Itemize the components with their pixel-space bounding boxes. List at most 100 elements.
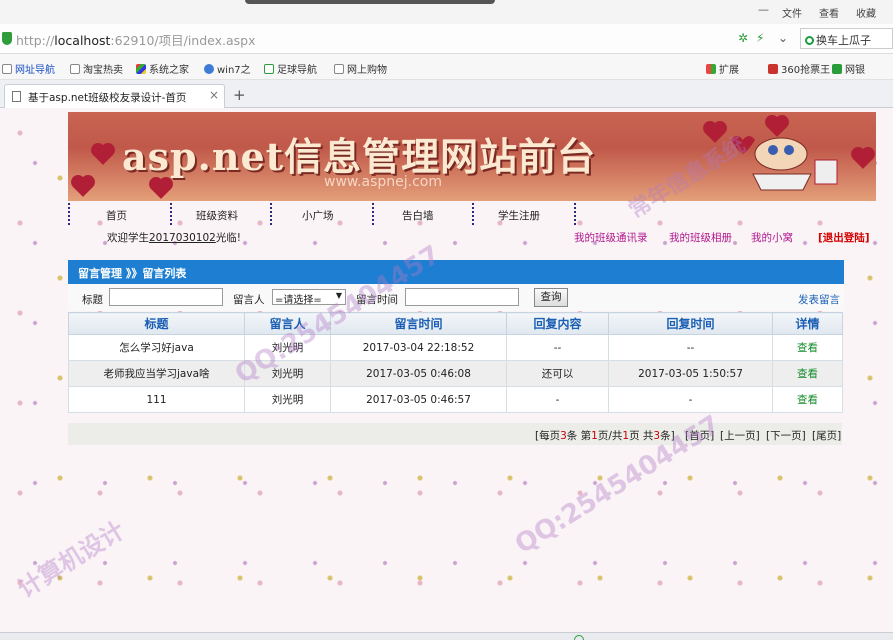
security-shield-icon — [2, 32, 12, 45]
cell-author: 刘光明 — [244, 360, 331, 387]
menu-file[interactable]: 文件 — [782, 5, 802, 20]
chevron-down-icon[interactable]: ⌄ — [778, 31, 788, 45]
title-input[interactable] — [109, 288, 223, 306]
message-table: 标题 留言人 留言时间 回复内容 回复时间 详情 怎么学习好java 刘光明 2… — [68, 312, 843, 413]
extensions-icon — [706, 64, 716, 74]
win7-icon — [204, 64, 214, 74]
table-row: 怎么学习好java 刘光明 2017-03-04 22:18:52 -- -- … — [68, 334, 843, 361]
title-label: 标题 — [82, 294, 103, 306]
link-class-album[interactable]: 我的班级相册 — [669, 230, 732, 245]
page-info: [每页3条 第1页/共1页 共3条] — [535, 430, 675, 442]
status-bar — [0, 632, 893, 640]
cupid-balloon-illustration — [731, 136, 838, 191]
status-icon — [574, 635, 584, 640]
cell-time: 2017-03-05 0:46:57 — [330, 386, 507, 413]
nav-home[interactable]: 首页 — [106, 208, 127, 223]
cell-author: 刘光明 — [244, 334, 331, 361]
search-box[interactable]: 换车上瓜子 — [800, 28, 893, 49]
cell-author: 刘光明 — [244, 386, 331, 413]
nav-separator — [170, 203, 172, 225]
menu-favorites[interactable]: 收藏 — [856, 5, 876, 20]
filter-bar: 标题 留言人 =请选择= ▼ 留言时间 查询 发表留言 — [68, 284, 844, 311]
cell-time: 2017-03-04 22:18:52 — [330, 334, 507, 361]
link-class-contacts[interactable]: 我的班级通讯录 — [574, 230, 648, 245]
nav-class-info[interactable]: 班级资料 — [196, 208, 238, 223]
nav-separator — [372, 203, 374, 225]
view-link[interactable]: 查看 — [772, 334, 843, 361]
bookmark-taobao[interactable]: 淘宝热卖 — [70, 61, 123, 76]
bookmark-bank[interactable]: 网银 — [832, 61, 865, 76]
author-select[interactable]: =请选择= ▼ — [272, 289, 346, 306]
cell-reply: - — [506, 386, 609, 413]
bookmark-shopping[interactable]: 网上购物 — [334, 61, 387, 76]
bookmark-site-nav[interactable]: 网址导航 — [2, 61, 55, 76]
address-bar: http://localhost:62910/项目/index.aspx ✲ ⚡… — [0, 24, 893, 54]
page-icon — [2, 64, 12, 74]
link-my-nest[interactable]: 我的小窝 — [751, 230, 793, 245]
title-strip — [245, 0, 495, 4]
cell-reply-time: -- — [608, 334, 773, 361]
tab-homepage[interactable]: 基于asp.net班级校友录设计-首页 × — [4, 84, 225, 108]
table-row: 111 刘光明 2017-03-05 0:46:57 - - 查看 — [68, 386, 843, 413]
view-link[interactable]: 查看 — [772, 360, 843, 387]
pagination: [每页3条 第1页/共1页 共3条] [首页] [上一页] [下一页] [尾页] — [68, 423, 842, 445]
banner-url: www.aspnej.com — [324, 174, 443, 190]
col-title: 标题 — [68, 312, 245, 335]
cell-reply-time: - — [608, 386, 773, 413]
minimize-button[interactable]: — — [758, 3, 769, 16]
page-icon — [334, 64, 344, 74]
col-author: 留言人 — [244, 312, 331, 335]
author-label: 留言人 — [233, 294, 265, 306]
page-icon — [70, 64, 80, 74]
new-tab-button[interactable]: + — [233, 86, 246, 104]
search-button[interactable]: 查询 — [534, 288, 568, 307]
welcome-message: 欢迎学生2017030102光临! — [107, 232, 242, 244]
col-detail: 详情 — [772, 312, 843, 335]
time-label: 留言时间 — [356, 294, 398, 306]
bookmarks-bar: 网址导航 淘宝热卖 系统之家 win7之 足球导航 网上购物 扩展 360抢票王… — [0, 54, 893, 80]
col-reply: 回复内容 — [506, 312, 609, 335]
first-page-link[interactable]: [首页] — [685, 428, 714, 443]
speed-mode-icon[interactable]: ⚡ — [756, 31, 764, 45]
nav-confession-wall[interactable]: 告白墙 — [402, 208, 434, 223]
bookmark-football[interactable]: 足球导航 — [264, 61, 317, 76]
cell-title: 老师我应当学习java啥 — [68, 360, 245, 387]
nav-separator — [472, 203, 474, 225]
close-icon[interactable]: × — [209, 88, 219, 102]
bank-icon — [832, 64, 842, 74]
col-reply-time: 回复时间 — [608, 312, 773, 335]
url-input[interactable]: http://localhost:62910/项目/index.aspx — [16, 30, 256, 49]
username-link[interactable]: 2017030102 — [149, 232, 216, 244]
dropdown-arrow-icon: ▼ — [335, 291, 342, 300]
heart-decoration — [151, 179, 171, 199]
bookmark-win7[interactable]: win7之 — [204, 61, 251, 76]
heart-decoration — [73, 177, 93, 197]
nav-separator — [68, 203, 70, 225]
cell-title: 111 — [68, 386, 245, 413]
menu-view[interactable]: 查看 — [819, 5, 839, 20]
browser-menubar: — 文件 查看 收藏 — [0, 0, 893, 24]
heart-decoration — [705, 123, 725, 143]
bookmark-xitong[interactable]: 系统之家 — [136, 61, 189, 76]
bookmark-extensions[interactable]: 扩展 — [706, 61, 739, 76]
cell-reply-time: 2017-03-05 1:50:57 — [608, 360, 773, 387]
post-message-link[interactable]: 发表留言 — [798, 292, 840, 307]
table-row: 老师我应当学习java啥 刘光明 2017-03-05 0:46:08 还可以 … — [68, 360, 843, 387]
search-icon — [805, 36, 814, 45]
logout-link[interactable]: [退出登陆] — [818, 230, 870, 245]
ticket-icon — [768, 64, 778, 74]
cell-reply: 还可以 — [506, 360, 609, 387]
cell-title: 怎么学习好java — [68, 334, 245, 361]
nav-student-register[interactable]: 学生注册 — [498, 208, 540, 223]
prev-page-link[interactable]: [上一页] — [720, 428, 760, 443]
nav-plaza[interactable]: 小广场 — [302, 208, 334, 223]
panel-title: 留言管理 》》留言列表 — [78, 267, 187, 280]
table-header-row: 标题 留言人 留言时间 回复内容 回复时间 详情 — [68, 312, 843, 335]
bookmark-360-ticket[interactable]: 360抢票王 — [768, 61, 830, 76]
next-page-link[interactable]: [下一页] — [766, 428, 806, 443]
last-page-link[interactable]: [尾页] — [812, 428, 841, 443]
refresh-icon[interactable]: ✲ — [738, 31, 748, 45]
view-link[interactable]: 查看 — [772, 386, 843, 413]
heart-decoration — [93, 145, 113, 165]
time-input[interactable] — [405, 288, 519, 306]
